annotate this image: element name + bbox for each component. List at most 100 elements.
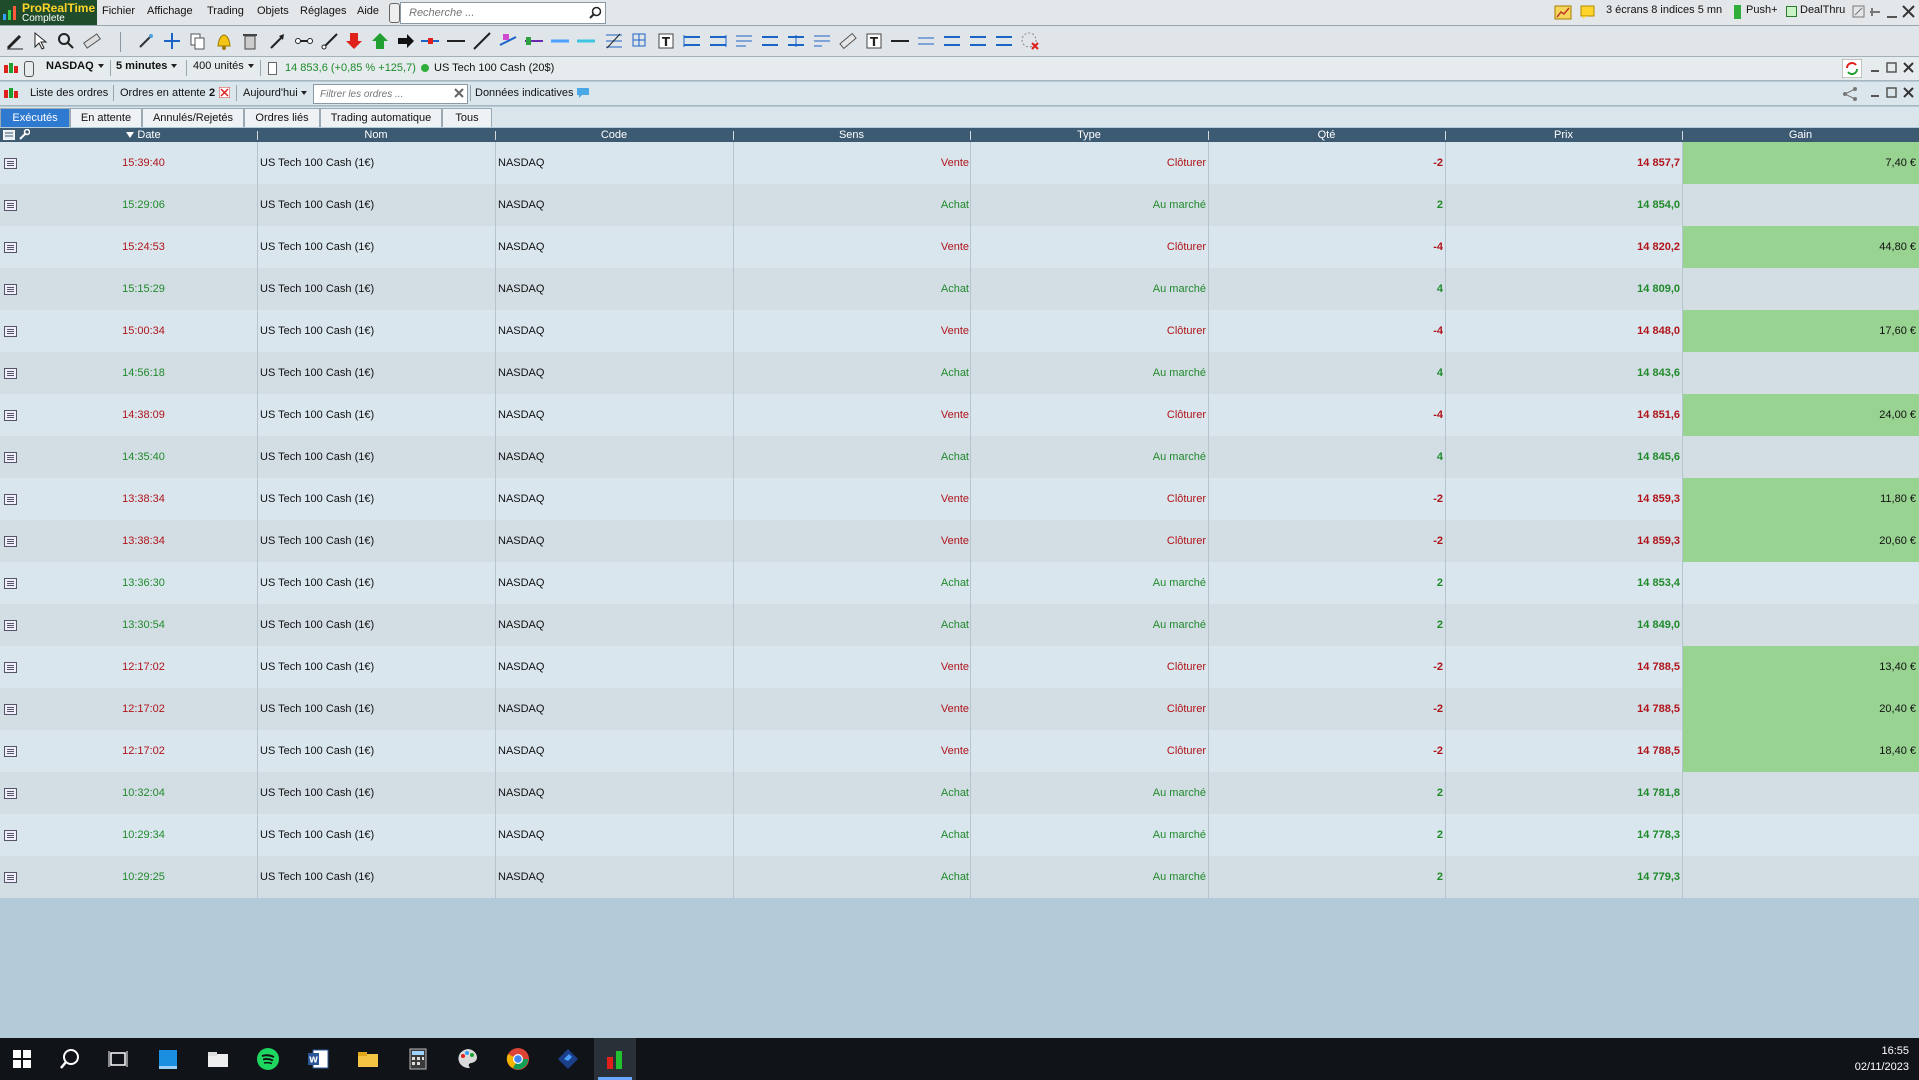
order-detail-icon[interactable] [4, 284, 17, 295]
measure-ruler-icon[interactable] [838, 31, 858, 51]
cursor-icon[interactable] [30, 31, 50, 51]
info-icon[interactable] [268, 62, 277, 75]
level-tool-4-icon[interactable] [994, 31, 1014, 51]
tab-automatic-trading[interactable]: Trading automatique [320, 108, 442, 127]
fib-retracement-icon[interactable] [682, 31, 702, 51]
share-icon[interactable] [1842, 86, 1858, 101]
chrome-icon[interactable] [506, 1047, 530, 1071]
close-window-icon[interactable] [1902, 5, 1915, 18]
close-panel-icon[interactable] [1903, 87, 1914, 98]
order-detail-icon[interactable] [4, 662, 17, 673]
menu-help[interactable]: Aide [357, 5, 379, 17]
table-row[interactable]: 14:35:40 US Tech 100 Cash (1€) NASDAQ Achat… [0, 436, 1919, 478]
fib-extension-icon[interactable] [812, 31, 832, 51]
level-tool-2-icon[interactable] [942, 31, 962, 51]
search-icon[interactable] [589, 6, 602, 19]
column-header-gain[interactable]: Gain [1682, 128, 1919, 142]
order-detail-icon[interactable] [4, 872, 17, 883]
system-clock[interactable]: 16:55 02/11/2023 [1855, 1043, 1909, 1075]
alert-bell-icon[interactable] [214, 31, 234, 51]
level-tool-3-icon[interactable] [968, 31, 988, 51]
menu-file[interactable]: Fichier [102, 5, 135, 17]
table-row[interactable]: 15:15:29 US Tech 100 Cash (1€) NASDAQ Achat… [0, 268, 1919, 310]
table-row[interactable]: 10:29:34 US Tech 100 Cash (1€) NASDAQ Achat… [0, 814, 1919, 856]
table-row[interactable]: 13:38:34 US Tech 100 Cash (1€) NASDAQ Vente… [0, 520, 1919, 562]
chart-candles-icon[interactable] [3, 61, 19, 76]
order-detail-icon[interactable] [4, 368, 17, 379]
app-blue-icon[interactable] [156, 1047, 180, 1071]
order-detail-icon[interactable] [4, 494, 17, 505]
fibonacci-icon[interactable] [604, 31, 624, 51]
fib-levels-icon[interactable] [734, 31, 754, 51]
detach-icon[interactable] [1852, 5, 1866, 19]
search-box[interactable] [400, 2, 606, 24]
table-row[interactable]: 15:39:40 US Tech 100 Cash (1€) NASDAQ Vente… [0, 142, 1919, 184]
horizontal-line-icon[interactable] [446, 31, 466, 51]
text-tool-icon[interactable]: T [656, 31, 676, 51]
table-row[interactable]: 15:00:34 US Tech 100 Cash (1€) NASDAQ Vente… [0, 310, 1919, 352]
prorealtime-icon[interactable] [603, 1047, 627, 1071]
message-icon[interactable] [1580, 5, 1596, 20]
dealthru-checkbox[interactable] [1786, 6, 1797, 17]
table-row[interactable]: 13:30:54 US Tech 100 Cash (1€) NASDAQ Achat… [0, 604, 1919, 646]
order-detail-icon[interactable] [4, 578, 17, 589]
segment-icon[interactable] [294, 31, 314, 51]
maximize-panel-icon[interactable] [1886, 87, 1897, 98]
hline-cyan-icon[interactable] [576, 31, 596, 51]
fib-fan-icon[interactable] [708, 31, 728, 51]
calculator-icon[interactable] [406, 1047, 430, 1071]
period-select[interactable]: Aujourd'hui [243, 85, 307, 101]
table-row[interactable]: 10:32:04 US Tech 100 Cash (1€) NASDAQ Achat… [0, 772, 1919, 814]
right-arrow-icon[interactable] [396, 31, 416, 51]
table-row[interactable]: 10:29:25 US Tech 100 Cash (1€) NASDAQ Achat… [0, 856, 1919, 898]
prorealtime-blue-icon[interactable] [556, 1047, 580, 1071]
hline-blue-icon[interactable] [550, 31, 570, 51]
file-folder-icon[interactable] [206, 1047, 230, 1071]
column-header-date[interactable]: Date [30, 128, 257, 142]
horizontal-line-marker-icon[interactable] [420, 31, 440, 51]
copy-icon[interactable] [188, 31, 208, 51]
magic-wand-icon[interactable] [136, 31, 156, 51]
search-icon[interactable] [58, 1047, 82, 1071]
move-icon[interactable] [162, 31, 182, 51]
column-header-code[interactable]: Code [495, 128, 733, 142]
order-detail-icon[interactable] [4, 830, 17, 841]
column-header-type[interactable]: Type [970, 128, 1208, 142]
menu-view[interactable]: Affichage [147, 5, 193, 17]
column-header-price[interactable]: Prix [1445, 128, 1682, 142]
fib-arc-icon[interactable] [786, 31, 806, 51]
zoom-icon[interactable] [56, 31, 76, 51]
order-detail-icon[interactable] [4, 536, 17, 547]
app-logo[interactable]: ProRealTime Complete [0, 0, 97, 25]
trash-icon[interactable] [240, 31, 260, 51]
mic-icon[interactable] [389, 3, 400, 23]
maximize-icon[interactable] [1886, 62, 1897, 73]
order-detail-icon[interactable] [4, 620, 17, 631]
tab-executed[interactable]: Exécutés [0, 108, 70, 127]
refresh-icon[interactable] [1842, 59, 1862, 78]
column-header-quantity[interactable]: Qté [1208, 128, 1445, 142]
tab-pending[interactable]: En attente [70, 108, 142, 127]
filter-input[interactable] [318, 87, 452, 102]
info-bubble-icon[interactable] [576, 87, 590, 99]
grid-tool-icon[interactable] [630, 31, 650, 51]
tab-cancelled-rejected[interactable]: Annulés/Rejetés [142, 108, 244, 127]
table-row[interactable]: 15:29:06 US Tech 100 Cash (1€) NASDAQ Achat… [0, 184, 1919, 226]
hline-purple-icon[interactable] [524, 31, 544, 51]
order-detail-icon[interactable] [4, 242, 17, 253]
interval-select[interactable]: 5 minutes [116, 60, 178, 76]
fib-time-icon[interactable] [760, 31, 780, 51]
order-detail-icon[interactable] [4, 746, 17, 757]
table-row[interactable]: 15:24:53 US Tech 100 Cash (1€) NASDAQ Vente… [0, 226, 1919, 268]
close-icon[interactable] [1903, 62, 1914, 73]
table-row[interactable]: 12:17:02 US Tech 100 Cash (1€) NASDAQ Vente… [0, 688, 1919, 730]
order-detail-icon[interactable] [4, 704, 17, 715]
buy-arrow-icon[interactable] [370, 31, 390, 51]
order-detail-icon[interactable] [4, 452, 17, 463]
clear-filter-icon[interactable] [454, 88, 464, 98]
minimize-window-icon[interactable] [1886, 5, 1898, 19]
paint-icon[interactable] [456, 1047, 480, 1071]
table-row[interactable]: 12:17:02 US Tech 100 Cash (1€) NASDAQ Vente… [0, 730, 1919, 772]
table-row[interactable]: 12:17:02 US Tech 100 Cash (1€) NASDAQ Vente… [0, 646, 1919, 688]
order-detail-icon[interactable] [4, 326, 17, 337]
